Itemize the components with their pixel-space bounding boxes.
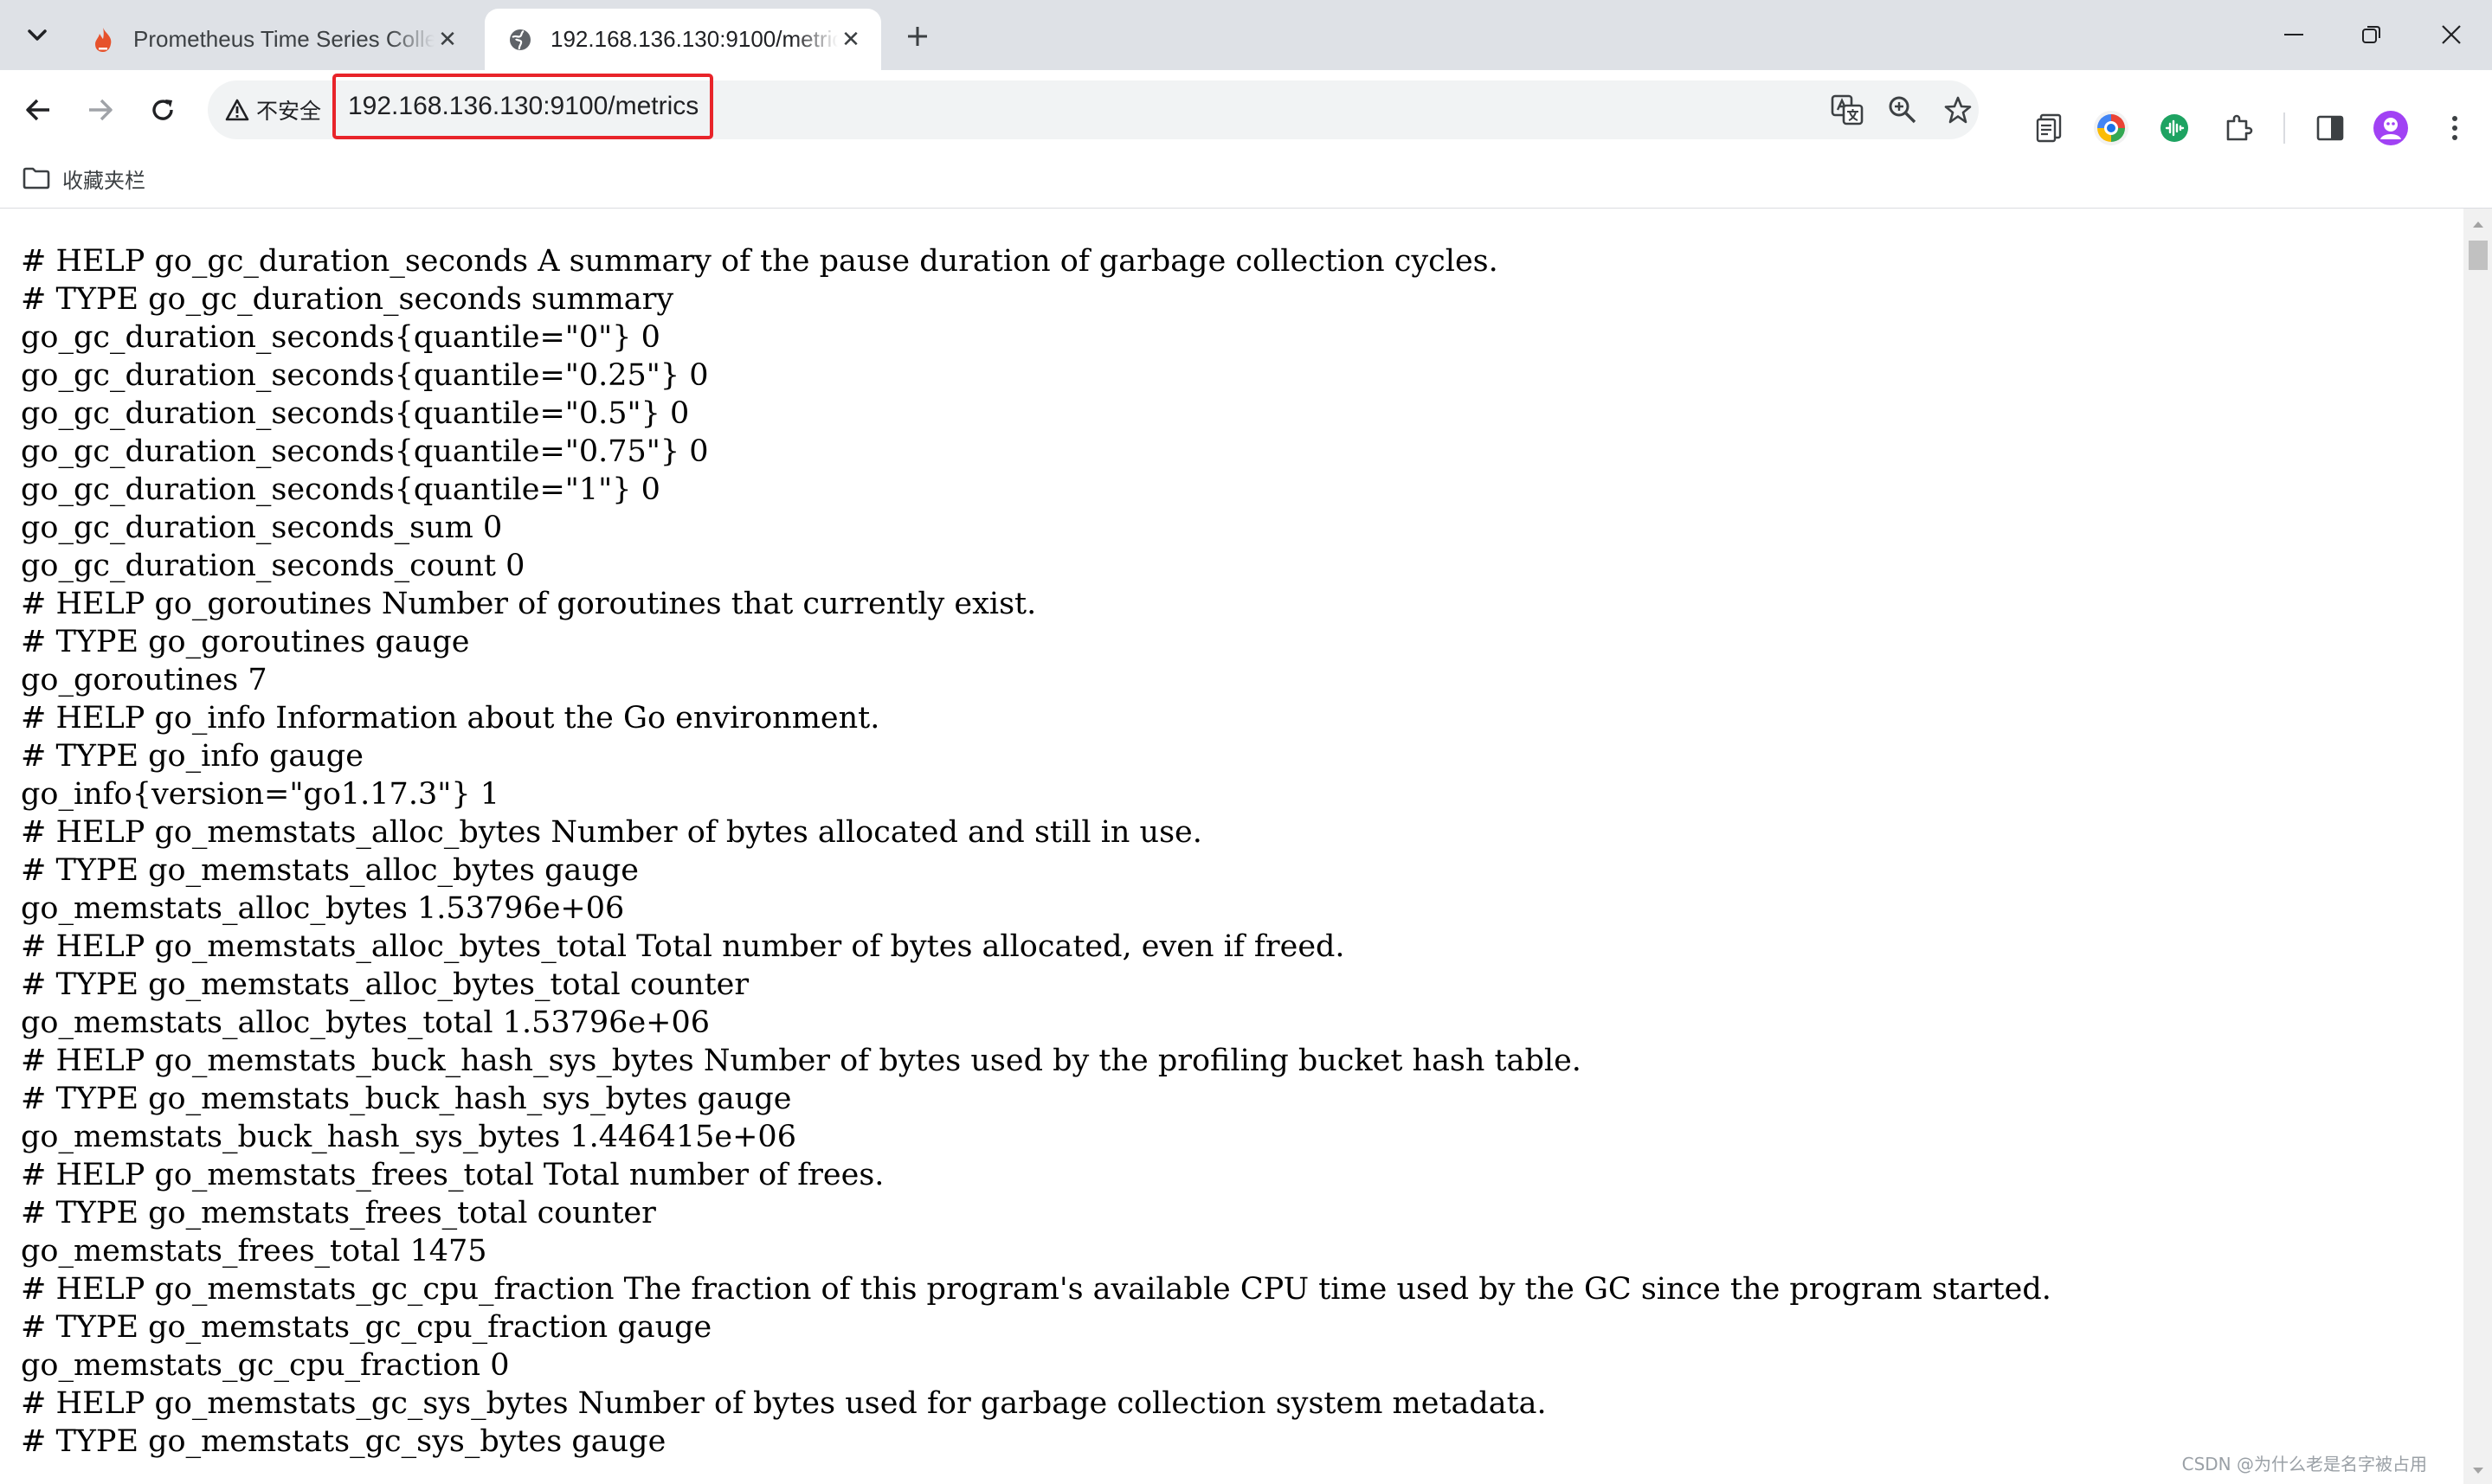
metric-line: # HELP go_memstats_frees_total Total num… [21, 1158, 885, 1192]
minimize-icon [2284, 34, 2303, 35]
metric-line: # HELP go_memstats_gc_cpu_fraction The f… [21, 1272, 2051, 1307]
metric-line: # TYPE go_goroutines gauge [21, 625, 470, 659]
metric-line: go_memstats_gc_cpu_fraction 0 [21, 1348, 510, 1383]
watermark: CSDN @为什么老是名字被占用 [2181, 1454, 2427, 1474]
metric-line: # HELP go_memstats_alloc_bytes_total Tot… [21, 929, 1345, 964]
bookmarks-bar: 收藏夹栏 [0, 149, 2492, 209]
metric-line: # TYPE go_memstats_alloc_bytes gauge [21, 853, 640, 888]
security-indicator[interactable]: 不安全 [225, 89, 321, 131]
tab-search-button[interactable] [17, 16, 57, 55]
reload-button[interactable] [142, 89, 184, 131]
tab-metrics[interactable]: 192.168.136.130:9100/metrics ✕ [485, 9, 881, 70]
metric-line: # TYPE go_info gauge [21, 739, 364, 774]
extension-green-button[interactable] [2154, 107, 2195, 149]
triangle-up-icon [2472, 221, 2483, 228]
restore-button[interactable] [2337, 12, 2406, 57]
menu-button[interactable] [2434, 107, 2476, 149]
reading-list-button[interactable] [2029, 107, 2070, 149]
folder-icon [23, 167, 50, 190]
metric-line: go_gc_duration_seconds{quantile="0"} 0 [21, 320, 660, 355]
metric-line: # HELP go_info Information about the Go … [21, 701, 880, 736]
tab-strip: Prometheus Time Series Colle ✕ 192.168.1… [0, 0, 2492, 70]
close-window-button[interactable] [2417, 12, 2486, 57]
metric-line: # HELP go_memstats_alloc_bytes Number of… [21, 815, 1202, 850]
extension-color-button[interactable] [2090, 107, 2132, 149]
star-icon [1944, 96, 1972, 124]
metric-line: go_memstats_buck_hash_sys_bytes 1.446415… [21, 1120, 796, 1154]
address-bar[interactable]: 不安全 192.168.136.130:9100/metrics [208, 74, 1979, 139]
bookmark-star-button[interactable] [1939, 91, 1977, 129]
metric-line: go_gc_duration_seconds{quantile="0.25"} … [21, 358, 709, 393]
translate-button[interactable] [1828, 91, 1866, 129]
metric-line: # TYPE go_memstats_buck_hash_sys_bytes g… [21, 1082, 792, 1116]
metric-line: # HELP go_gc_duration_seconds A summary … [21, 244, 1498, 279]
collections-icon [2036, 113, 2062, 143]
scroll-thumb[interactable] [2469, 241, 2488, 270]
security-label: 不安全 [256, 99, 322, 124]
plus-icon [908, 27, 927, 46]
new-tab-button[interactable] [900, 19, 935, 54]
url-text[interactable]: 192.168.136.130:9100/metrics [332, 74, 713, 139]
metric-line: # HELP go_memstats_buck_hash_sys_bytes N… [21, 1044, 1581, 1078]
metrics-text: # HELP go_gc_duration_seconds A summary … [21, 242, 2051, 1461]
arrow-left-icon [26, 99, 49, 121]
metric-line: # HELP go_goroutines Number of goroutine… [21, 587, 1037, 621]
scroll-down-button[interactable] [2463, 1460, 2492, 1481]
triangle-down-icon [2472, 1467, 2483, 1474]
tab-close-button[interactable]: ✕ [435, 26, 460, 53]
zoom-button[interactable] [1883, 91, 1922, 129]
more-vertical-icon [2452, 116, 2457, 140]
scroll-up-button[interactable] [2463, 214, 2492, 234]
globe-icon [507, 27, 533, 53]
bookmarks-folder[interactable]: 收藏夹栏 [23, 159, 145, 197]
side-panel-button[interactable] [2309, 107, 2351, 149]
metric-line: # TYPE go_gc_duration_seconds summary [21, 282, 674, 317]
metric-line: go_memstats_alloc_bytes 1.53796e+06 [21, 891, 625, 926]
page-content: # HELP go_gc_duration_seconds A summary … [0, 209, 2463, 1484]
tab-title: 192.168.136.130:9100/metrics [551, 26, 838, 52]
extensions-button[interactable] [2218, 107, 2259, 149]
tab-close-button[interactable]: ✕ [838, 26, 864, 53]
puzzle-icon [2226, 114, 2253, 141]
tab-prometheus[interactable]: Prometheus Time Series Colle ✕ [68, 9, 478, 70]
restore-icon [2362, 26, 2380, 43]
avatar [2373, 111, 2408, 145]
metric-line: go_gc_duration_seconds_sum 0 [21, 511, 503, 545]
minimize-button[interactable] [2259, 12, 2328, 57]
toolbar-divider [2283, 112, 2285, 144]
translate-icon [1831, 94, 1864, 125]
side-panel-icon [2316, 115, 2344, 141]
metric-line: go_gc_duration_seconds{quantile="0.75"} … [21, 434, 709, 469]
close-icon [2442, 25, 2461, 44]
metric-line: # TYPE go_memstats_gc_cpu_fraction gauge [21, 1310, 712, 1345]
warning-icon [225, 99, 249, 121]
profile-button[interactable] [2370, 107, 2412, 149]
metric-line: # TYPE go_memstats_gc_sys_bytes gauge [21, 1424, 666, 1459]
bookmarks-folder-label: 收藏夹栏 [62, 168, 145, 193]
reload-icon [152, 100, 173, 120]
metric-line: go_memstats_alloc_bytes_total 1.53796e+0… [21, 1005, 711, 1040]
metric-line: # HELP go_memstats_gc_sys_bytes Number o… [21, 1386, 1547, 1421]
arrow-right-icon [89, 99, 113, 121]
flame-icon [90, 27, 116, 53]
audio-wave-icon [2160, 114, 2188, 142]
metric-line: # TYPE go_memstats_frees_total counter [21, 1196, 656, 1230]
metric-line: go_goroutines 7 [21, 663, 267, 697]
tab-title: Prometheus Time Series Colle [133, 26, 435, 52]
metric-line: go_info{version="go1.17.3"} 1 [21, 777, 499, 812]
color-picker-icon [2094, 111, 2128, 145]
metric-line: # TYPE go_memstats_alloc_bytes_total cou… [21, 967, 750, 1002]
vertical-scrollbar[interactable] [2463, 209, 2492, 1484]
metric-line: go_gc_duration_seconds{quantile="0.5"} 0 [21, 396, 690, 431]
metric-line: go_memstats_frees_total 1475 [21, 1234, 487, 1269]
back-button[interactable] [17, 89, 59, 131]
chevron-down-icon [28, 29, 47, 41]
zoom-icon [1889, 96, 1916, 124]
metric-line: go_gc_duration_seconds{quantile="1"} 0 [21, 472, 660, 507]
forward-button[interactable] [80, 89, 121, 131]
metric-line: go_gc_duration_seconds_count 0 [21, 549, 525, 583]
